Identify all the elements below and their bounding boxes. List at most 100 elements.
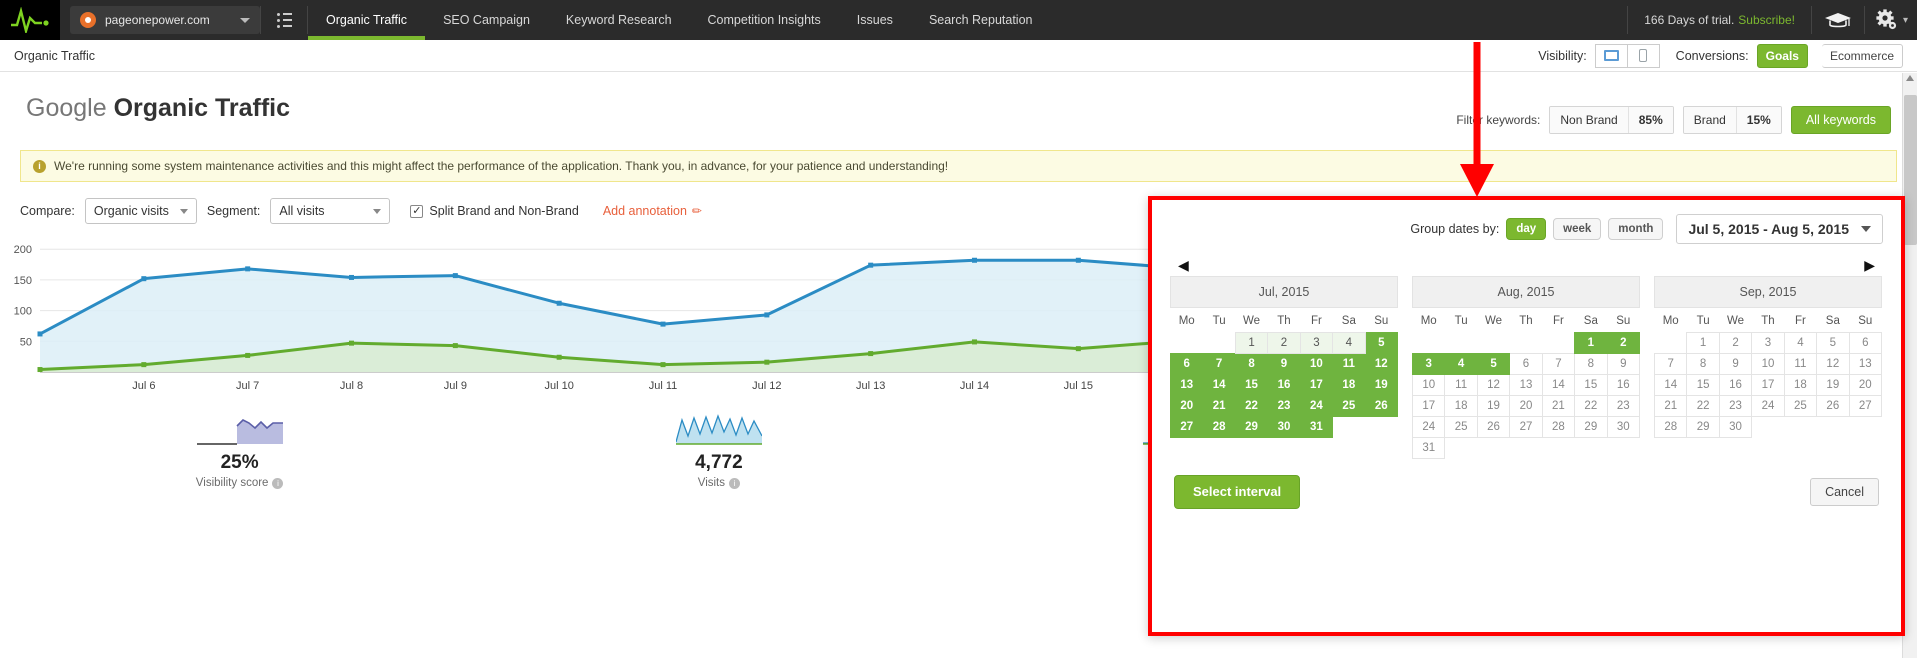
calendar-day-cell[interactable]: 11 xyxy=(1444,373,1478,396)
calendar-day-cell[interactable]: 21 xyxy=(1202,394,1236,417)
calendar-day-cell[interactable]: 27 xyxy=(1169,415,1204,438)
calendar-day-cell[interactable]: 10 xyxy=(1411,373,1446,396)
date-range-display[interactable]: Jul 5, 2015 - Aug 5, 2015 xyxy=(1676,214,1883,244)
calendar-day-cell[interactable]: 6 xyxy=(1169,352,1204,375)
calendar-day-cell[interactable]: 18 xyxy=(1783,373,1818,396)
nav-item-competition-insights[interactable]: Competition Insights xyxy=(690,0,839,40)
calendar-day-cell[interactable]: 20 xyxy=(1509,394,1543,417)
calendar-day-cell[interactable]: 2 xyxy=(1267,331,1301,354)
calendar-day-cell[interactable]: 5 xyxy=(1816,331,1850,354)
calendar-day-cell[interactable]: 28 xyxy=(1653,415,1688,438)
calendar-day-cell[interactable]: 7 xyxy=(1541,352,1576,375)
calendar-day-cell[interactable]: 8 xyxy=(1574,352,1608,375)
group-by-month-button[interactable]: month xyxy=(1608,218,1664,240)
nav-item-issues[interactable]: Issues xyxy=(839,0,911,40)
calendar-day-cell[interactable]: 26 xyxy=(1476,415,1511,438)
calendar-day-cell[interactable]: 9 xyxy=(1267,352,1301,375)
calendar-day-cell[interactable]: 21 xyxy=(1653,394,1688,417)
all-keywords-button[interactable]: All keywords xyxy=(1790,106,1891,134)
calendar-day-cell[interactable]: 18 xyxy=(1332,373,1366,396)
calendar-day-cell[interactable]: 9 xyxy=(1606,352,1641,375)
calendar-day-cell[interactable]: 23 xyxy=(1606,394,1641,417)
calendar-day-cell[interactable]: 25 xyxy=(1332,394,1366,417)
calendar-day-cell[interactable]: 26 xyxy=(1364,394,1399,417)
calendar-day-cell[interactable]: 19 xyxy=(1364,373,1399,396)
split-brand-checkbox-wrap[interactable]: Split Brand and Non-Brand xyxy=(410,204,579,218)
calendar-day-cell[interactable]: 22 xyxy=(1234,394,1269,417)
calendar-day-cell[interactable]: 10 xyxy=(1299,352,1334,375)
calendar-day-cell[interactable]: 31 xyxy=(1411,436,1446,459)
calendar-day-cell[interactable]: 3 xyxy=(1751,331,1785,354)
cancel-button[interactable]: Cancel xyxy=(1810,477,1879,506)
calendar-day-cell[interactable]: 11 xyxy=(1332,352,1366,375)
calendar-day-cell[interactable]: 26 xyxy=(1816,394,1850,417)
calendar-day-cell[interactable]: 1 xyxy=(1574,331,1608,354)
calendar-day-cell[interactable]: 5 xyxy=(1476,352,1511,375)
calendar-day-cell[interactable]: 27 xyxy=(1848,394,1883,417)
select-interval-button[interactable]: Select interval xyxy=(1174,474,1301,509)
calendar-day-cell[interactable]: 25 xyxy=(1783,394,1818,417)
calendar-day-cell[interactable]: 2 xyxy=(1718,331,1753,354)
calendar-day-cell[interactable]: 8 xyxy=(1234,352,1269,375)
calendar-day-cell[interactable]: 27 xyxy=(1509,415,1543,438)
split-brand-checkbox[interactable] xyxy=(410,204,424,218)
settings-button[interactable]: ▾ xyxy=(1865,0,1917,40)
calendar-day-cell[interactable]: 30 xyxy=(1606,415,1641,438)
calendar-day-cell[interactable]: 12 xyxy=(1816,352,1850,375)
calendar-day-cell[interactable]: 10 xyxy=(1751,352,1785,375)
calendar-day-cell[interactable]: 24 xyxy=(1299,394,1334,417)
calendar-day-cell[interactable]: 21 xyxy=(1541,394,1576,417)
calendar-day-cell[interactable]: 14 xyxy=(1541,373,1576,396)
calendar-day-cell[interactable]: 9 xyxy=(1718,352,1753,375)
calendar-day-cell[interactable]: 23 xyxy=(1267,394,1301,417)
nav-item-keyword-research[interactable]: Keyword Research xyxy=(548,0,690,40)
visibility-mobile-button[interactable] xyxy=(1627,43,1660,68)
calendar-day-cell[interactable]: 1 xyxy=(1686,331,1720,354)
calendar-day-cell[interactable]: 29 xyxy=(1574,415,1608,438)
calendar-day-cell[interactable]: 12 xyxy=(1476,373,1511,396)
calendar-day-cell[interactable]: 20 xyxy=(1169,394,1204,417)
site-selector[interactable]: pageonepower.com xyxy=(70,6,260,34)
app-logo[interactable] xyxy=(0,0,60,40)
list-view-button[interactable] xyxy=(261,0,307,40)
calendar-day-cell[interactable]: 7 xyxy=(1653,352,1688,375)
calendar-day-cell[interactable]: 4 xyxy=(1783,331,1818,354)
nav-item-organic-traffic[interactable]: Organic Traffic xyxy=(308,0,426,40)
calendar-day-cell[interactable]: 15 xyxy=(1234,373,1269,396)
filter-non-brand[interactable]: Non Brand 85% xyxy=(1549,106,1674,134)
group-by-day-button[interactable]: day xyxy=(1506,218,1547,240)
academy-button[interactable] xyxy=(1812,0,1864,40)
calendar-day-cell[interactable]: 6 xyxy=(1509,352,1543,375)
calendar-day-cell[interactable]: 17 xyxy=(1411,394,1446,417)
calendar-day-cell[interactable]: 16 xyxy=(1267,373,1301,396)
nav-item-seo-campaign[interactable]: SEO Campaign xyxy=(425,0,548,40)
scroll-up-icon[interactable] xyxy=(1906,75,1914,81)
subscribe-link[interactable]: Subscribe! xyxy=(1738,13,1795,27)
calendar-day-cell[interactable]: 3 xyxy=(1411,352,1446,375)
calendar-day-cell[interactable]: 15 xyxy=(1686,373,1720,396)
calendar-day-cell[interactable]: 4 xyxy=(1332,331,1366,354)
calendar-day-cell[interactable]: 16 xyxy=(1718,373,1753,396)
calendar-day-cell[interactable]: 16 xyxy=(1606,373,1641,396)
calendar-day-cell[interactable]: 31 xyxy=(1299,415,1334,438)
group-by-week-button[interactable]: week xyxy=(1553,218,1602,240)
prev-month-button[interactable]: ◀ xyxy=(1178,258,1189,272)
info-icon[interactable]: i xyxy=(272,477,284,489)
calendar-day-cell[interactable]: 22 xyxy=(1574,394,1608,417)
calendar-day-cell[interactable]: 19 xyxy=(1476,394,1511,417)
calendar-day-cell[interactable]: 14 xyxy=(1202,373,1236,396)
segment-select[interactable]: All visits xyxy=(270,198,391,224)
calendar-day-cell[interactable]: 25 xyxy=(1444,415,1478,438)
next-month-button[interactable]: ▶ xyxy=(1864,258,1875,272)
compare-select[interactable]: Organic visits xyxy=(84,198,197,224)
calendar-day-cell[interactable]: 11 xyxy=(1783,352,1818,375)
calendar-day-cell[interactable]: 19 xyxy=(1816,373,1850,396)
calendar-day-cell[interactable]: 13 xyxy=(1509,373,1543,396)
calendar-day-cell[interactable]: 4 xyxy=(1444,352,1478,375)
add-annotation-button[interactable]: Add annotation ✏ xyxy=(603,204,702,218)
filter-brand[interactable]: Brand 15% xyxy=(1682,106,1782,134)
calendar-day-cell[interactable]: 15 xyxy=(1574,373,1608,396)
calendar-day-cell[interactable]: 23 xyxy=(1718,394,1753,417)
conversions-ecommerce-button[interactable]: Ecommerce xyxy=(1821,43,1903,68)
calendar-day-cell[interactable]: 5 xyxy=(1364,331,1399,354)
